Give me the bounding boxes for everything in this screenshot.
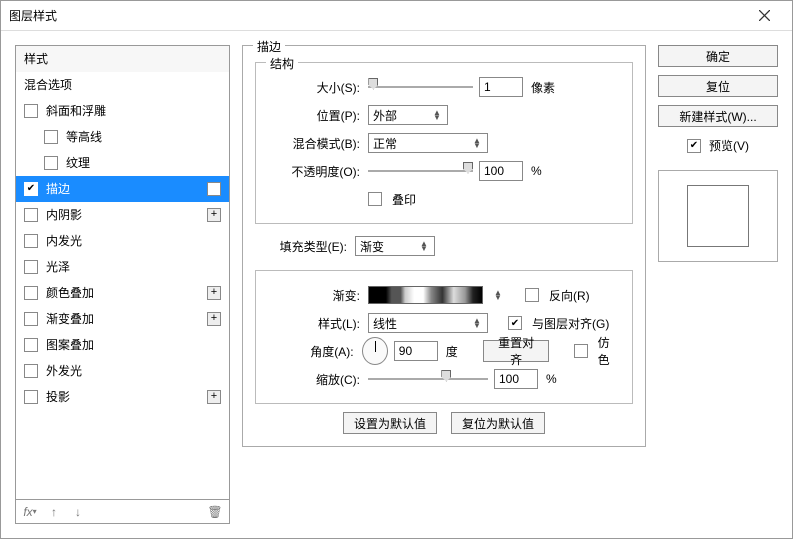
reverse-label: 反向(R) xyxy=(549,287,590,304)
checkbox[interactable] xyxy=(24,182,38,196)
preview-checkbox[interactable] xyxy=(687,139,701,153)
angle-dial[interactable] xyxy=(362,337,388,365)
add-icon[interactable] xyxy=(207,312,221,326)
add-icon[interactable] xyxy=(207,390,221,404)
checkbox[interactable] xyxy=(24,390,38,404)
style-item-pattern-overlay[interactable]: 图案叠加 xyxy=(16,332,229,358)
new-style-button[interactable]: 新建样式(W)... xyxy=(658,105,778,127)
align-checkbox[interactable] xyxy=(508,316,522,330)
dither-label: 仿色 xyxy=(598,334,620,368)
select-arrows-icon: ▲▼ xyxy=(471,318,483,328)
filltype-select[interactable]: 渐变▲▼ xyxy=(355,236,435,256)
angle-input[interactable] xyxy=(394,341,438,361)
opacity-slider[interactable] xyxy=(368,168,473,174)
checkbox[interactable] xyxy=(24,338,38,352)
style-item-outer-glow[interactable]: 外发光 xyxy=(16,358,229,384)
move-up-icon[interactable]: ↑ xyxy=(46,504,62,520)
gradient-preview[interactable] xyxy=(368,286,483,304)
style-item-gradient-overlay[interactable]: 渐变叠加 xyxy=(16,306,229,332)
stroke-panel: 描边 结构 大小(S): 像素 位置(P): 外部▲▼ 混合模式(B): xyxy=(242,45,646,524)
checkbox[interactable] xyxy=(24,208,38,222)
right-column: 确定 复位 新建样式(W)... 预览(V) xyxy=(658,45,778,524)
style-item-inner-glow[interactable]: 内发光 xyxy=(16,228,229,254)
ok-button[interactable]: 确定 xyxy=(658,45,778,67)
blendmode-select[interactable]: 正常▲▼ xyxy=(368,133,488,153)
styles-header: 样式 xyxy=(16,46,229,72)
style-item-stroke[interactable]: 描边 xyxy=(16,176,229,202)
size-input[interactable] xyxy=(479,77,523,97)
close-button[interactable] xyxy=(744,2,784,30)
add-icon[interactable] xyxy=(207,208,221,222)
reset-default-button[interactable]: 复位为默认值 xyxy=(451,412,545,434)
style-item-inner-shadow[interactable]: 内阴影 xyxy=(16,202,229,228)
add-icon[interactable] xyxy=(207,182,221,196)
preview-swatch xyxy=(687,185,749,247)
dither-checkbox[interactable] xyxy=(574,344,587,358)
close-icon xyxy=(759,10,770,21)
align-label: 与图层对齐(G) xyxy=(532,315,609,332)
preview-box-container xyxy=(658,170,778,262)
move-down-icon[interactable]: ↓ xyxy=(70,504,86,520)
styles-column: 样式 混合选项 斜面和浮雕 等高线 纹理 描边 内阴影 内发光 光泽 颜色叠加 … xyxy=(15,45,230,524)
checkbox[interactable] xyxy=(44,156,58,170)
opacity-input[interactable] xyxy=(479,161,523,181)
scale-input[interactable] xyxy=(494,369,538,389)
blend-options-row[interactable]: 混合选项 xyxy=(16,72,229,98)
filltype-label: 填充类型(E): xyxy=(255,238,349,255)
overprint-label: 叠印 xyxy=(392,191,416,208)
gradstyle-label: 样式(L): xyxy=(268,315,362,332)
style-item-texture[interactable]: 纹理 xyxy=(16,150,229,176)
gradient-dropdown-icon[interactable]: ▲▼ xyxy=(491,290,505,300)
titlebar: 图层样式 xyxy=(1,1,792,31)
overprint-checkbox[interactable] xyxy=(368,192,382,206)
scale-slider[interactable] xyxy=(368,376,488,382)
select-arrows-icon: ▲▼ xyxy=(431,110,443,120)
opacity-unit: % xyxy=(531,164,542,178)
checkbox[interactable] xyxy=(24,286,38,300)
style-item-contour[interactable]: 等高线 xyxy=(16,124,229,150)
reset-align-button[interactable]: 重置对齐 xyxy=(483,340,550,362)
styles-list: 样式 混合选项 斜面和浮雕 等高线 纹理 描边 内阴影 内发光 光泽 颜色叠加 … xyxy=(15,45,230,500)
gradient-label: 渐变: xyxy=(268,287,362,304)
scale-label: 缩放(C): xyxy=(268,371,362,388)
size-label: 大小(S): xyxy=(268,79,362,96)
angle-label: 角度(A): xyxy=(268,343,356,360)
stroke-group-title: 描边 xyxy=(253,38,285,55)
position-select[interactable]: 外部▲▼ xyxy=(368,105,448,125)
style-item-color-overlay[interactable]: 颜色叠加 xyxy=(16,280,229,306)
select-arrows-icon: ▲▼ xyxy=(471,138,483,148)
style-item-bevel[interactable]: 斜面和浮雕 xyxy=(16,98,229,124)
structure-title: 结构 xyxy=(266,55,298,72)
window-title: 图层样式 xyxy=(9,7,744,24)
trash-icon[interactable]: 🗑 xyxy=(207,504,223,520)
gradstyle-select[interactable]: 线性▲▼ xyxy=(368,313,488,333)
set-default-button[interactable]: 设置为默认值 xyxy=(343,412,437,434)
preview-label: 预览(V) xyxy=(709,137,749,154)
position-label: 位置(P): xyxy=(268,107,362,124)
layer-style-dialog: 图层样式 样式 混合选项 斜面和浮雕 等高线 纹理 描边 内阴影 内发光 光泽 … xyxy=(0,0,793,539)
cancel-button[interactable]: 复位 xyxy=(658,75,778,97)
checkbox[interactable] xyxy=(24,364,38,378)
checkbox[interactable] xyxy=(44,130,58,144)
checkbox[interactable] xyxy=(24,312,38,326)
fx-menu-icon[interactable]: fx▾ xyxy=(22,504,38,520)
size-unit: 像素 xyxy=(531,79,555,96)
style-item-drop-shadow[interactable]: 投影 xyxy=(16,384,229,410)
reverse-checkbox[interactable] xyxy=(525,288,539,302)
checkbox[interactable] xyxy=(24,104,38,118)
styles-footer: fx▾ ↑ ↓ 🗑 xyxy=(15,500,230,524)
select-arrows-icon: ▲▼ xyxy=(418,241,430,251)
size-slider[interactable] xyxy=(368,84,473,90)
blendmode-label: 混合模式(B): xyxy=(268,135,362,152)
add-icon[interactable] xyxy=(207,286,221,300)
opacity-label: 不透明度(O): xyxy=(268,163,362,180)
angle-unit: 度 xyxy=(446,343,458,360)
scale-unit: % xyxy=(546,372,557,386)
checkbox[interactable] xyxy=(24,260,38,274)
style-item-satin[interactable]: 光泽 xyxy=(16,254,229,280)
checkbox[interactable] xyxy=(24,234,38,248)
